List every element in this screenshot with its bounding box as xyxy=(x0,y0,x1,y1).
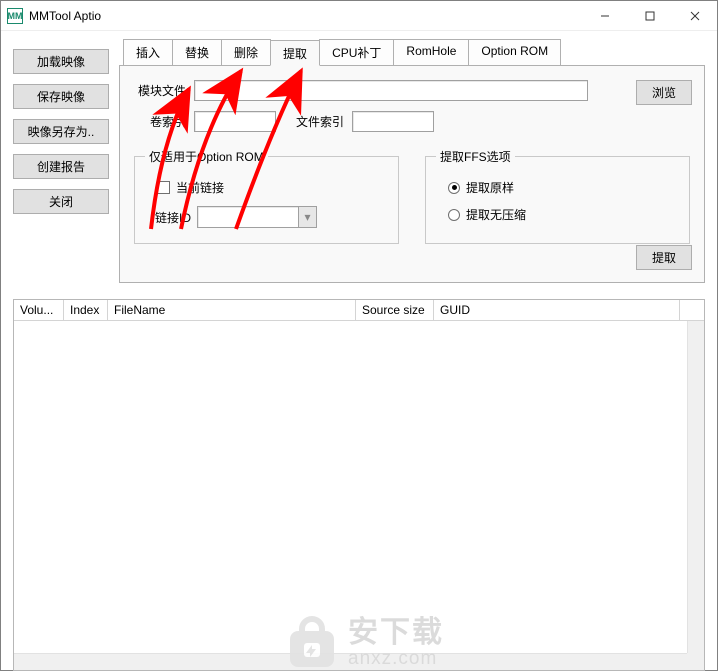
current-link-checkbox[interactable] xyxy=(157,181,170,194)
tab-replace[interactable]: 替换 xyxy=(172,39,222,65)
save-image-button[interactable]: 保存映像 xyxy=(13,84,109,109)
create-report-button[interactable]: 创建报告 xyxy=(13,154,109,179)
tab-extract-label: 提取 xyxy=(283,47,307,61)
radio-extract-uncompressed[interactable] xyxy=(448,209,460,221)
tab-delete-label: 删除 xyxy=(234,46,258,60)
tab-strip: 插入 替换 删除 提取 CPU补丁 RomHole Option ROM xyxy=(123,39,705,65)
tab-content-extract: 模块文件 浏览 卷索引 文件索引 仅适用于Option ROM 当前链接 xyxy=(119,65,705,283)
link-id-dropdown[interactable]: ▾ xyxy=(197,206,317,228)
extract-button[interactable]: 提取 xyxy=(636,245,692,270)
close-file-button[interactable]: 关闭 xyxy=(13,189,109,214)
link-id-value xyxy=(198,207,298,227)
link-id-label: 链接ID xyxy=(145,209,191,226)
current-link-label: 当前链接 xyxy=(176,179,224,196)
watermark-text-cn: 安下载 xyxy=(348,617,444,649)
volume-index-input[interactable] xyxy=(194,111,276,132)
vertical-scrollbar[interactable] xyxy=(687,321,704,653)
tab-extract[interactable]: 提取 xyxy=(270,40,320,66)
tab-insert[interactable]: 插入 xyxy=(123,39,173,65)
extract-label: 提取 xyxy=(652,249,676,266)
browse-label: 浏览 xyxy=(652,84,676,101)
module-file-label: 模块文件 xyxy=(132,82,186,99)
tab-insert-label: 插入 xyxy=(136,46,160,60)
horizontal-scrollbar[interactable] xyxy=(14,653,687,670)
window-controls xyxy=(582,2,717,30)
tab-option-rom[interactable]: Option ROM xyxy=(468,39,561,65)
maximize-button[interactable] xyxy=(627,2,672,30)
tab-panel: 插入 替换 删除 提取 CPU补丁 RomHole Option ROM 模块文… xyxy=(119,39,705,289)
save-image-label: 保存映像 xyxy=(37,88,85,105)
module-file-input[interactable] xyxy=(194,80,588,101)
group-ffs-options: 提取FFS选项 提取原样 提取无压缩 xyxy=(425,148,690,244)
col-guid[interactable]: GUID xyxy=(434,300,680,320)
col-spacer xyxy=(680,300,704,320)
tab-delete[interactable]: 删除 xyxy=(221,39,271,65)
volume-index-label: 卷索引 xyxy=(132,113,186,130)
window-title: MMTool Aptio xyxy=(29,9,582,23)
close-file-label: 关闭 xyxy=(49,193,73,210)
group-option-rom: 仅适用于Option ROM 当前链接 链接ID ▾ xyxy=(134,148,399,244)
browse-button[interactable]: 浏览 xyxy=(636,80,692,105)
save-image-as-button[interactable]: 映像另存为.. xyxy=(13,119,109,144)
create-report-label: 创建报告 xyxy=(37,158,85,175)
tab-option-rom-label: Option ROM xyxy=(481,44,548,58)
radio-extract-raw[interactable] xyxy=(448,182,460,194)
minimize-button[interactable] xyxy=(582,2,627,30)
close-button[interactable] xyxy=(672,2,717,30)
tab-romhole-label: RomHole xyxy=(406,44,456,58)
sidebar: 加载映像 保存映像 映像另存为.. 创建报告 关闭 xyxy=(13,39,109,289)
radio-extract-uncompressed-label: 提取无压缩 xyxy=(466,206,526,223)
col-filename[interactable]: FileName xyxy=(108,300,356,320)
module-list-header: Volu... Index FileName Source size GUID xyxy=(14,300,704,321)
file-index-label: 文件索引 xyxy=(296,113,344,130)
tab-romhole[interactable]: RomHole xyxy=(393,39,469,65)
tab-cpu-patch[interactable]: CPU补丁 xyxy=(319,39,394,65)
titlebar: MM MMTool Aptio xyxy=(1,1,717,31)
scroll-corner xyxy=(687,653,704,670)
load-image-label: 加载映像 xyxy=(37,53,85,70)
app-icon: MM xyxy=(7,8,23,24)
col-index[interactable]: Index xyxy=(64,300,108,320)
chevron-down-icon: ▾ xyxy=(298,207,316,227)
radio-extract-raw-label: 提取原样 xyxy=(466,179,514,196)
save-image-as-label: 映像另存为.. xyxy=(28,123,95,140)
file-index-input[interactable] xyxy=(352,111,434,132)
tab-cpu-patch-label: CPU补丁 xyxy=(332,46,381,60)
col-source-size[interactable]: Source size xyxy=(356,300,434,320)
group-option-rom-legend: 仅适用于Option ROM xyxy=(145,148,268,165)
module-list: Volu... Index FileName Source size GUID … xyxy=(13,299,705,671)
load-image-button[interactable]: 加载映像 xyxy=(13,49,109,74)
tab-replace-label: 替换 xyxy=(185,46,209,60)
group-ffs-legend: 提取FFS选项 xyxy=(436,148,515,165)
col-volume[interactable]: Volu... xyxy=(14,300,64,320)
